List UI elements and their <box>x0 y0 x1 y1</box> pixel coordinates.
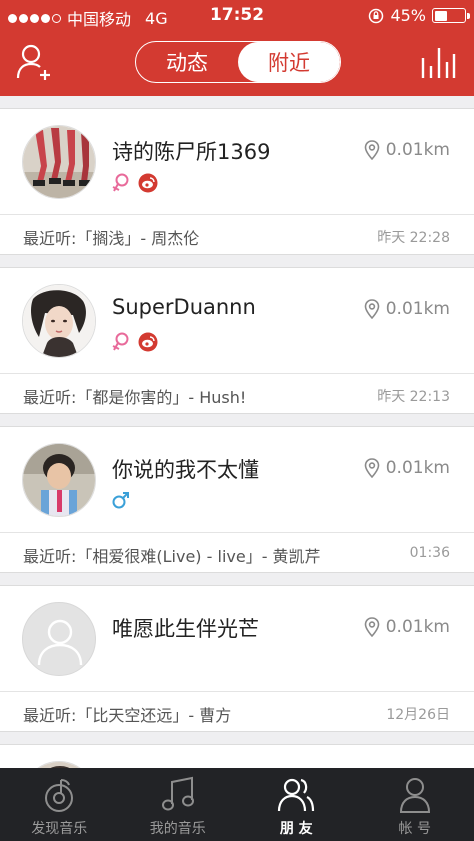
user-tags <box>112 173 158 193</box>
distance-value: 0.01km <box>385 617 450 637</box>
tab-label: 朋 友 <box>279 821 313 837</box>
timestamp: 昨天 22:13 <box>377 389 450 405</box>
list-item[interactable]: SuperDuannn 0.01km 最近听:「都是你害的」- Hush! 昨天… <box>0 267 474 414</box>
location-pin-icon <box>364 140 380 160</box>
list-item[interactable]: 诗的陈尸所1369 0.01km 最近听:「搁浅」- 周杰伦 昨天 22:28 <box>0 108 474 255</box>
tab-my-music[interactable]: 我的音乐 <box>119 768 238 841</box>
status-bar: 中国移动 4G 17:52 45% <box>0 0 474 32</box>
tab-nearby[interactable]: 附近 <box>238 42 340 82</box>
timestamp: 12月26日 <box>386 707 450 723</box>
app-header: 中国移动 4G 17:52 45% 动态 附近 <box>0 0 474 96</box>
user-tags <box>112 491 130 509</box>
feed-segment-control: 动态 附近 <box>135 41 341 83</box>
username[interactable]: 唯愿此生伴光芒 <box>112 613 259 643</box>
avatar[interactable] <box>22 284 96 358</box>
weibo-icon[interactable] <box>138 173 158 193</box>
list-item[interactable]: 你说的我不太懂 0.01km 最近听:「相爱很难(Live) - live」- … <box>0 426 474 573</box>
location-pin-icon <box>364 458 380 478</box>
distance: 0.01km <box>364 299 450 319</box>
distance: 0.01km <box>364 617 450 637</box>
tab-dynamic[interactable]: 动态 <box>136 42 238 82</box>
timestamp: 01:36 <box>409 545 450 561</box>
timestamp: 昨天 22:28 <box>377 230 450 246</box>
status-right: 45% <box>368 6 470 25</box>
location-pin-icon <box>364 617 380 637</box>
female-icon <box>112 332 129 351</box>
distance-value: 0.01km <box>385 140 450 160</box>
music-note-icon <box>161 776 194 811</box>
avatar[interactable] <box>22 443 96 517</box>
recent-song[interactable]: 最近听:「比天空还远」- 曹方 <box>23 702 231 726</box>
list-item[interactable]: 唯愿此生伴光芒 0.01km 最近听:「比天空还远」- 曹方 12月26日 <box>0 585 474 732</box>
rotation-lock-icon <box>369 8 384 23</box>
username[interactable]: SuperDuannn <box>112 295 256 319</box>
male-icon <box>112 492 129 509</box>
recent-song[interactable]: 最近听:「都是你害的」- Hush! <box>23 384 246 408</box>
tab-label: 发现音乐 <box>31 821 88 837</box>
tab-discover-music[interactable]: 发现音乐 <box>0 768 119 841</box>
female-icon <box>112 173 129 192</box>
add-friend-icon[interactable] <box>16 42 54 82</box>
distance-value: 0.01km <box>385 299 450 319</box>
account-icon <box>399 778 430 813</box>
friends-icon <box>278 778 315 812</box>
default-avatar-icon[interactable] <box>22 602 96 676</box>
tab-label: 帐 号 <box>398 821 431 837</box>
tab-account[interactable]: 帐 号 <box>356 768 474 841</box>
bottom-tab-bar: 发现音乐 我的音乐 朋 友 帐 号 <box>0 768 474 841</box>
tab-friends[interactable]: 朋 友 <box>237 768 356 841</box>
avatar[interactable] <box>22 125 96 199</box>
recent-song[interactable]: 最近听:「相爱很难(Live) - live」- 黄凯芹 <box>23 543 321 567</box>
distance-value: 0.01km <box>385 458 450 478</box>
music-discover-icon <box>45 779 74 812</box>
weibo-icon[interactable] <box>138 332 158 352</box>
battery-icon <box>432 8 470 23</box>
distance: 0.01km <box>364 458 450 478</box>
battery-fill <box>434 10 448 21</box>
user-tags <box>112 332 158 352</box>
tab-label: 我的音乐 <box>149 821 206 837</box>
location-pin-icon <box>364 299 380 319</box>
battery-percent: 45% <box>390 6 426 25</box>
distance: 0.01km <box>364 140 450 160</box>
equalizer-icon[interactable] <box>420 44 456 80</box>
username[interactable]: 你说的我不太懂 <box>112 454 259 484</box>
username[interactable]: 诗的陈尸所1369 <box>112 136 270 166</box>
recent-song[interactable]: 最近听:「搁浅」- 周杰伦 <box>23 225 199 249</box>
